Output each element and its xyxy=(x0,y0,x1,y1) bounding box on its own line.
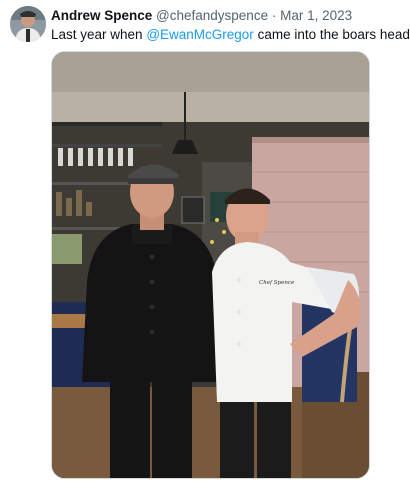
separator-dot: · xyxy=(271,8,277,23)
photo-image: Chef Spence xyxy=(52,52,369,478)
tweet-text: Last year when @EwanMcGregor came into t… xyxy=(51,27,410,43)
avatar-image xyxy=(10,6,46,42)
tweet-text-before: Last year when xyxy=(51,27,147,42)
chef-jacket-embroidery: Chef Spence xyxy=(259,280,295,286)
tweet[interactable]: Andrew Spence @chefandyspence · Mar 1, 2… xyxy=(0,0,410,485)
mention-link[interactable]: @EwanMcGregor xyxy=(146,27,254,42)
tweet-date[interactable]: Mar 1, 2023 xyxy=(280,8,352,23)
tweet-header: Andrew Spence @chefandyspence · Mar 1, 2… xyxy=(51,8,402,24)
tweet-text-after: came into the boars head. xyxy=(253,27,410,42)
author-name[interactable]: Andrew Spence xyxy=(51,8,152,23)
author-avatar[interactable] xyxy=(10,6,46,42)
tweet-photo[interactable]: Chef Spence xyxy=(51,51,370,479)
author-handle[interactable]: @chefandyspence xyxy=(156,8,268,23)
